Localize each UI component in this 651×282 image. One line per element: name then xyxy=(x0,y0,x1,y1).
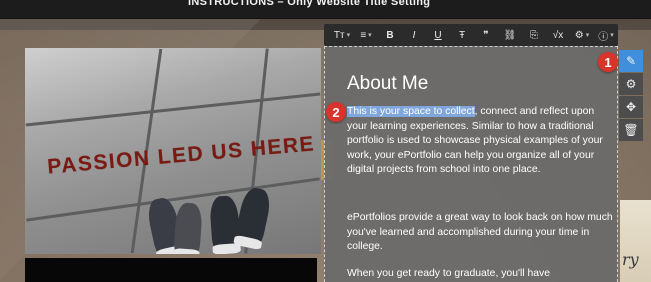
italic-icon[interactable]: I xyxy=(404,26,424,44)
selected-text[interactable]: This is your space to collect xyxy=(347,106,475,117)
block-tools: ✎ ⚙ ✥ 🗑 xyxy=(619,50,643,142)
link-icon[interactable]: ⛓ xyxy=(500,26,520,44)
website-title: INSTRUCTIONS – Only Website Title Settin… xyxy=(188,0,431,8)
text-editor-toolbar: Tт ▾ ≡ ▾ B I U Ŧ ❞ ⛓ ⎘ √x ⚙ ▾ ⓘ ▾ xyxy=(324,24,618,46)
profile-photo[interactable]: PASSION LED US HERE xyxy=(25,48,321,254)
color-icon[interactable]: ⚙ ▾ xyxy=(572,26,592,44)
decorative-script: ry xyxy=(622,250,639,269)
formula-icon[interactable]: √x xyxy=(548,26,568,44)
tile-line xyxy=(25,92,321,127)
top-bar: INSTRUCTIONS – Only Website Title Settin… xyxy=(0,0,651,19)
decorative-paper xyxy=(620,200,651,282)
callout-marker-1: 1 xyxy=(598,52,618,72)
second-paragraph[interactable]: ePortfolios provide a great way to look … xyxy=(347,211,615,255)
settings-icon[interactable]: ⚙ xyxy=(619,73,643,95)
trash-icon[interactable]: 🗑 xyxy=(619,119,643,141)
attachment-icon[interactable]: ⎘ xyxy=(524,26,544,44)
edit-icon[interactable]: ✎ xyxy=(619,50,643,72)
intro-paragraph[interactable]: This is your space to collect, connect a… xyxy=(347,105,615,178)
shoe xyxy=(173,202,203,254)
move-icon[interactable]: ✥ xyxy=(619,96,643,118)
strikethrough-icon[interactable]: Ŧ xyxy=(452,26,472,44)
shoe xyxy=(233,185,273,251)
photo-caption: PASSION LED US HERE xyxy=(46,132,316,179)
quote-icon[interactable]: ❞ xyxy=(476,26,496,44)
font-size-icon[interactable]: Tт ▾ xyxy=(332,26,352,44)
about-me-heading[interactable]: About Me xyxy=(347,73,428,95)
paragraph-format-icon[interactable]: ≡ ▾ xyxy=(356,26,376,44)
media-block xyxy=(25,258,317,282)
callout-marker-2: 2 xyxy=(326,102,346,122)
info-icon[interactable]: ⓘ ▾ xyxy=(596,26,616,44)
about-me-text-block[interactable]: About Me This is your space to collect, … xyxy=(324,46,618,282)
underline-icon[interactable]: U xyxy=(428,26,448,44)
bold-icon[interactable]: B xyxy=(380,26,400,44)
third-paragraph[interactable]: When you get ready to graduate, you'll h… xyxy=(347,267,615,282)
